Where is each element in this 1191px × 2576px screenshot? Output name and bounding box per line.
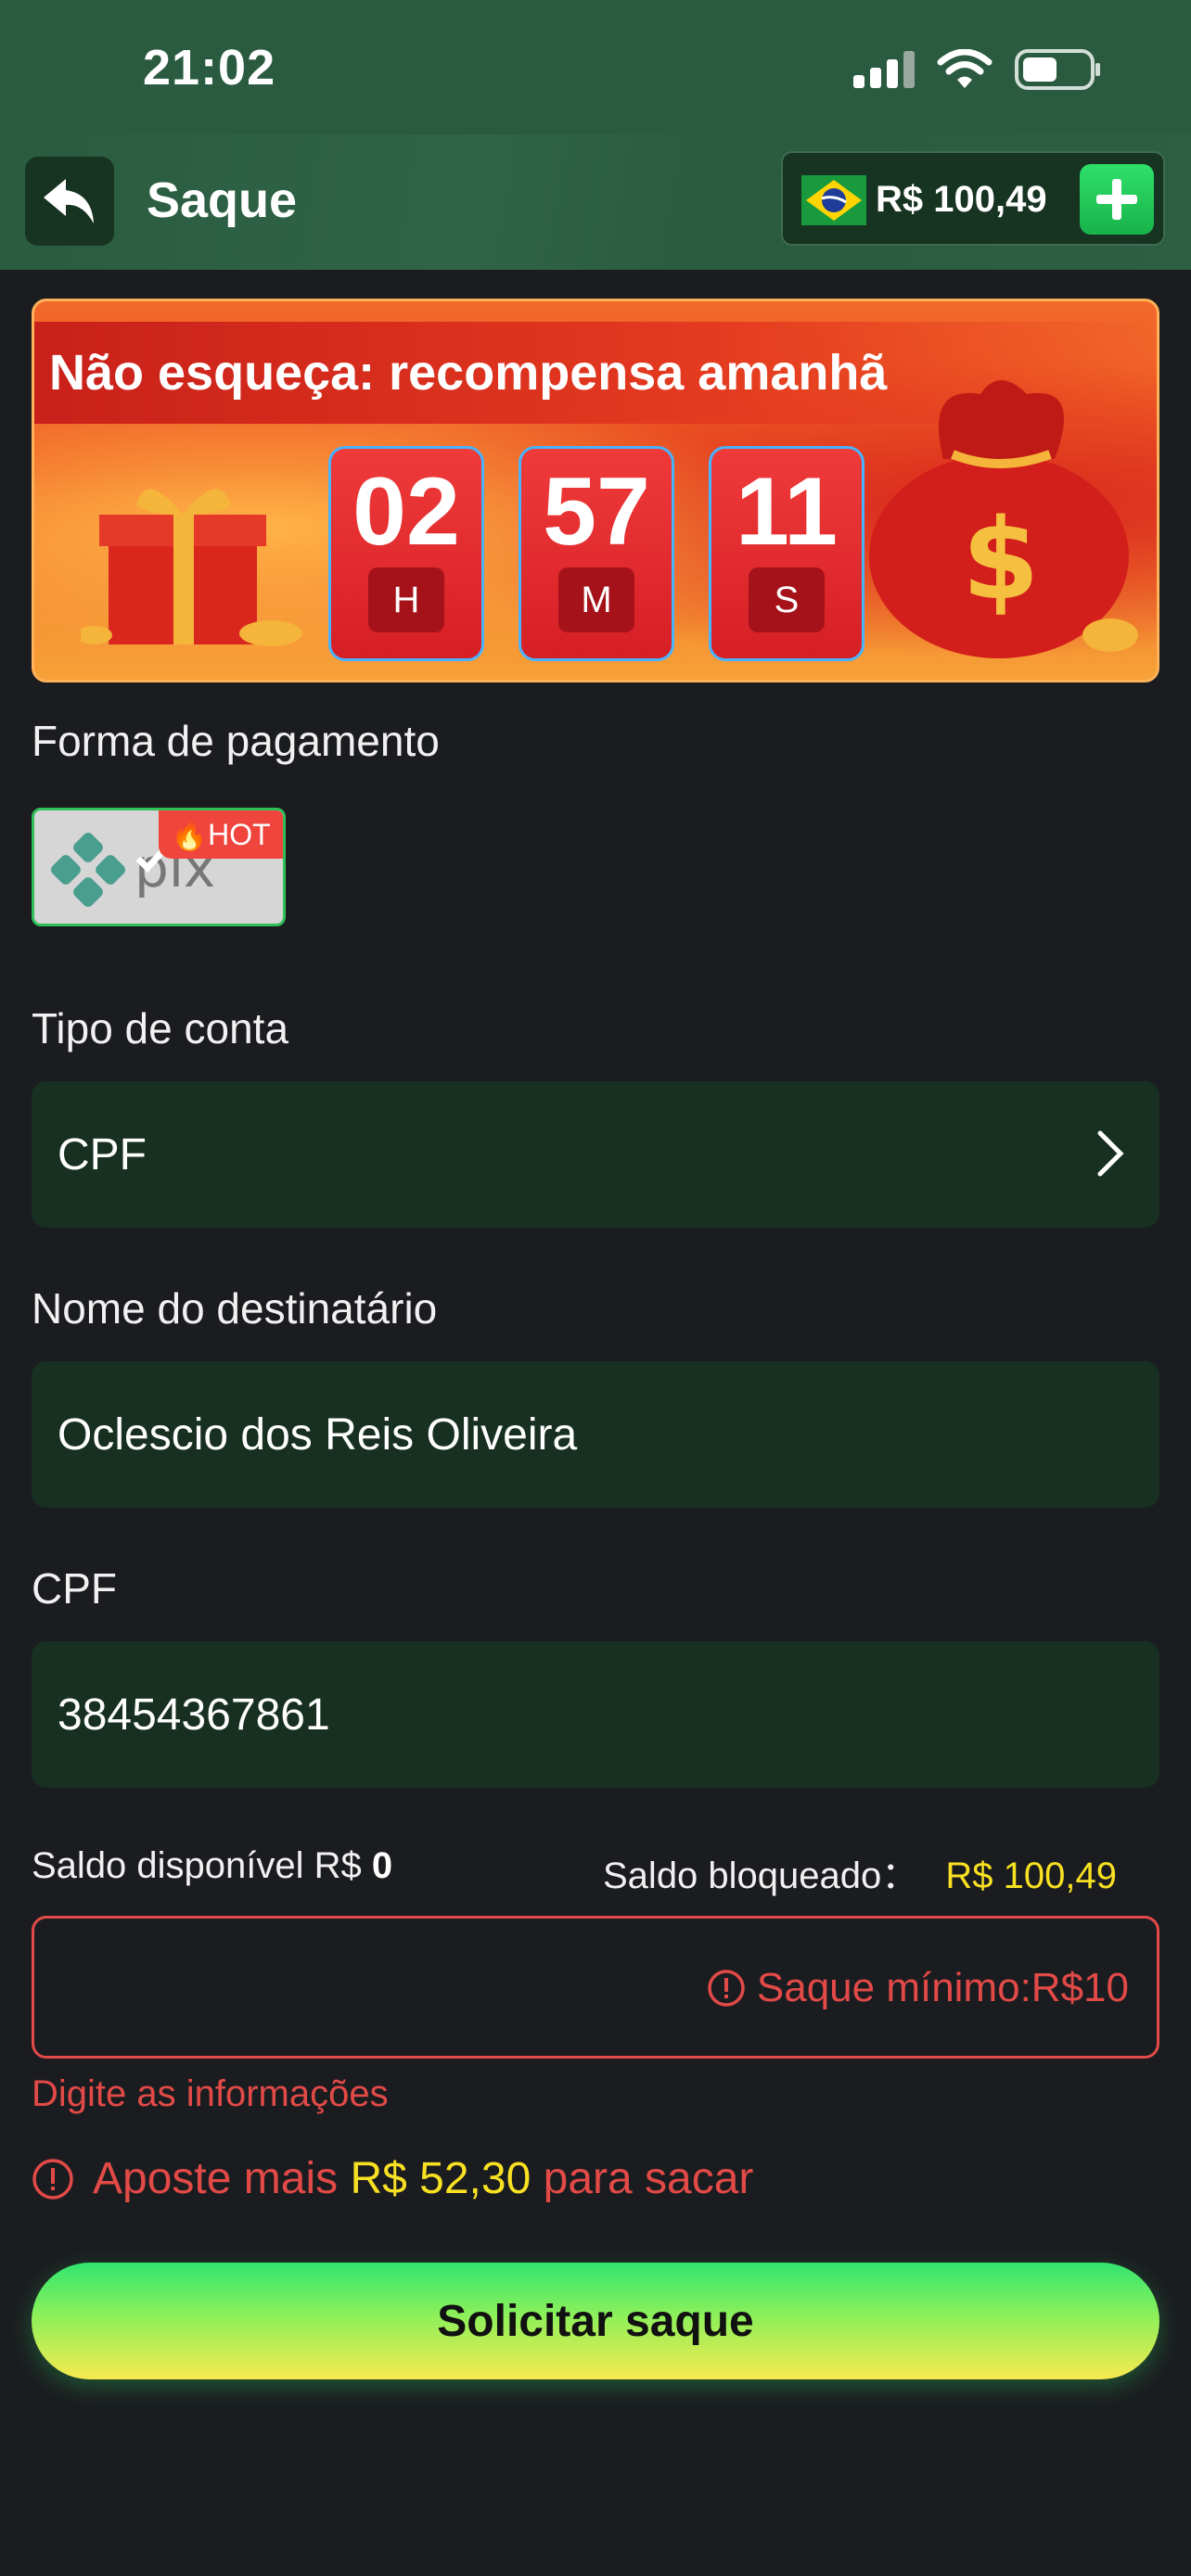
battery-icon: [1015, 49, 1100, 90]
reward-banner[interactable]: Não esqueça: recompensa amanhã $ 02 H 57…: [32, 299, 1159, 682]
plus-icon: [1096, 179, 1137, 220]
fill-info-error: Digite as informações: [32, 2073, 389, 2114]
balance-amount: R$ 100,49: [876, 179, 1047, 220]
hot-badge: 🔥HOT: [159, 810, 283, 859]
account-type-select[interactable]: CPF: [32, 1081, 1159, 1228]
timer-minutes-unit: M: [558, 567, 634, 632]
balance-display[interactable]: R$ 100,49: [781, 151, 1165, 246]
cpf-label: CPF: [32, 1564, 117, 1613]
bet-more-prefix: Aposte mais: [93, 2154, 339, 2203]
timer-seconds: 11 S: [709, 446, 864, 661]
payment-method-label: Forma de pagamento: [32, 717, 440, 765]
blocked-balance: Saldo bloqueado： R$ 100,49: [603, 1845, 1117, 1899]
chevron-right-icon: [1097, 1130, 1124, 1177]
request-withdraw-button[interactable]: Solicitar saque: [32, 2263, 1159, 2379]
timer-seconds-value: 11: [736, 458, 838, 566]
pix-payment-option[interactable]: pix 🔥HOT: [32, 808, 286, 926]
header: Saque R$ 100,49: [0, 134, 1191, 270]
status-time: 21:02: [143, 40, 276, 96]
hot-badge-label: HOT: [208, 818, 271, 851]
bet-more-suffix: para sacar: [543, 2154, 754, 2203]
available-balance: Saldo disponível R$ 0: [32, 1845, 392, 1887]
cpf-field[interactable]: 38454367861: [32, 1641, 1159, 1788]
amount-placeholder-text: Saque mínimo:R$10: [756, 1965, 1129, 2010]
alert-circle-icon: [708, 1970, 745, 2007]
svg-text:$: $: [962, 496, 1040, 625]
bet-more-warning: Aposte mais R$ 52,30 para sacar: [32, 2153, 753, 2204]
timer-seconds-unit: S: [749, 567, 825, 632]
banner-title: Não esqueça: recompensa amanhã: [49, 345, 888, 401]
timer-hours-unit: H: [368, 567, 444, 632]
gift-box-icon: [81, 489, 302, 646]
wifi-icon: [937, 49, 992, 88]
back-button[interactable]: [25, 157, 114, 246]
available-balance-value: 0: [371, 1845, 393, 1886]
money-bag-icon: $: [869, 380, 1138, 658]
alert-circle-icon: [32, 2158, 73, 2200]
recipient-name-label: Nome do destinatário: [32, 1284, 438, 1333]
signal-icon: [853, 51, 915, 88]
account-type-value: CPF: [58, 1130, 147, 1180]
deposit-button[interactable]: [1080, 164, 1154, 235]
recipient-name-field[interactable]: Oclescio dos Reis Oliveira: [32, 1361, 1159, 1508]
page-title: Saque: [147, 172, 298, 228]
cpf-value: 38454367861: [58, 1690, 330, 1740]
status-icons: [853, 48, 1102, 91]
blocked-balance-label: Saldo bloqueado：: [603, 1855, 919, 1896]
account-type-label: Tipo de conta: [32, 1004, 289, 1052]
timer-hours-value: 02: [352, 458, 460, 566]
recipient-name-value: Oclescio dos Reis Oliveira: [58, 1410, 578, 1460]
brazil-flag-icon: [801, 175, 866, 225]
timer-minutes-value: 57: [543, 458, 650, 566]
back-arrow-icon: [44, 179, 94, 223]
bet-more-amount: R$ 52,30: [350, 2154, 531, 2203]
fire-icon: 🔥: [171, 818, 209, 851]
available-balance-label: Saldo disponível R$: [32, 1845, 362, 1886]
timer-minutes: 57 M: [519, 446, 674, 661]
timer-hours: 02 H: [328, 446, 484, 661]
amount-placeholder: Saque mínimo:R$10: [707, 1965, 1129, 2011]
withdraw-amount-input[interactable]: Saque mínimo:R$10: [32, 1916, 1159, 2059]
blocked-balance-value: R$ 100,49: [945, 1855, 1117, 1896]
status-bar: 21:02: [0, 0, 1191, 134]
